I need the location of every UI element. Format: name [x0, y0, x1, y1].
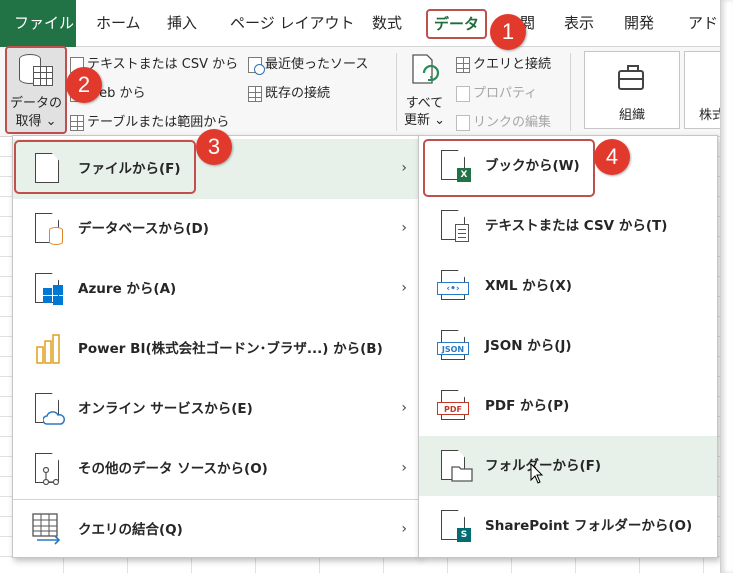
ribbon-tab-bar: ファイル ホーム 挿入 ページ レイアウト 数式 データ 閲 表示 開発 アド [0, 0, 733, 47]
tab-formulas[interactable]: 数式 [372, 0, 402, 47]
menu-item-label: PDF から(P) [485, 398, 570, 414]
menu-item-label: オンライン サービスから(E) [78, 401, 253, 417]
chevron-right-icon: › [401, 160, 407, 176]
menu-item-from-folder[interactable]: フォルダーから(F) [419, 436, 717, 496]
pdf-icon: PDF [437, 402, 469, 415]
sharepoint-icon: S [457, 528, 471, 542]
text-file-icon [455, 224, 469, 242]
json-icon: JSON [437, 342, 469, 355]
menu-item-from-pdf[interactable]: PDF PDF から(P) [419, 376, 717, 436]
menu-item-label: その他のデータ ソースから(O) [78, 461, 268, 477]
chevron-right-icon: › [401, 460, 407, 476]
organization-button[interactable]: 組織 [584, 51, 680, 129]
menu-item-label: JSON から(J) [485, 338, 572, 354]
callout-number-1: 1 [490, 14, 526, 50]
menu-item-from-online-services[interactable]: オンライン サービスから(E) › [13, 379, 419, 439]
powerbi-icon [36, 334, 60, 364]
menu-item-from-xml[interactable]: ‹•› XML から(X) [419, 256, 717, 316]
recent-sources-button[interactable]: 最近使ったソース [248, 53, 369, 75]
callout-number-2: 2 [66, 67, 102, 103]
chevron-right-icon: › [401, 280, 407, 296]
tab-page-layout[interactable]: ページ レイアウト [230, 0, 354, 47]
from-table-label: テーブルまたは範囲から [87, 115, 230, 130]
tab-home[interactable]: ホーム [96, 0, 141, 47]
refresh-all-button[interactable]: すべて 更新 ⌄ [404, 95, 445, 129]
get-data-label-1: データの [9, 96, 62, 111]
tab-file[interactable]: ファイル [0, 0, 76, 47]
window-frame-edge [720, 0, 733, 573]
existing-connections-icon [248, 85, 262, 102]
get-data-label-2: 取得 ⌄ [15, 114, 57, 129]
refresh-all-label-1: すべて [405, 96, 444, 111]
tab-data[interactable]: データ [426, 9, 488, 39]
get-data-menu: ファイルから(F) › データベースから(D) › Azure から(A) › … [12, 135, 420, 558]
callout-number-3: 3 [196, 129, 232, 165]
edit-links-button[interactable]: リンクの編集 [456, 111, 551, 131]
queries-connections-icon [456, 56, 470, 73]
table-icon [70, 114, 84, 131]
cloud-icon [43, 411, 65, 425]
menu-item-from-text-csv[interactable]: テキストまたは CSV から(T) [419, 196, 717, 256]
chevron-right-icon: › [401, 521, 407, 537]
table-icon [33, 66, 53, 86]
menu-item-from-database[interactable]: データベースから(D) › [13, 199, 419, 259]
menu-item-combine-queries[interactable]: クエリの結合(Q) › [13, 499, 419, 559]
properties-button[interactable]: プロパティ [456, 82, 537, 102]
database-cylinder-icon [49, 227, 63, 245]
menu-item-label: Azure から(A) [78, 281, 177, 297]
queries-connections-button[interactable]: クエリと接続 [456, 53, 551, 73]
folder-icon [451, 466, 473, 482]
combine-queries-icon [32, 513, 61, 545]
chevron-right-icon: › [401, 400, 407, 416]
menu-item-label: テキストまたは CSV から(T) [485, 218, 668, 234]
callout-box-from-workbook [423, 139, 595, 197]
tab-insert[interactable]: 挿入 [167, 0, 197, 47]
tab-developer[interactable]: 開発 [624, 0, 654, 47]
menu-item-label: クエリの結合(Q) [78, 522, 183, 538]
stocks-button[interactable]: 株式 [684, 51, 724, 129]
existing-connections-label: 既存の接続 [265, 86, 331, 101]
recent-sources-label: 最近使ったソース [265, 57, 369, 72]
refresh-all-icon [412, 54, 440, 84]
from-text-csv-label: テキストまたは CSV から [87, 57, 239, 72]
from-text-csv-button[interactable]: テキストまたは CSV から [70, 53, 238, 73]
properties-icon [456, 85, 470, 102]
properties-label: プロパティ [473, 86, 538, 101]
briefcase-icon [618, 65, 644, 90]
menu-item-label: データベースから(D) [78, 221, 209, 237]
xml-icon: ‹•› [437, 282, 469, 295]
tab-addins[interactable]: アド [688, 0, 718, 47]
refresh-all-label-2: 更新 ⌄ [404, 113, 446, 128]
menu-item-from-json[interactable]: JSON JSON から(J) [419, 316, 717, 376]
existing-connections-button[interactable]: 既存の接続 [248, 82, 330, 102]
queries-connections-label: クエリと接続 [473, 57, 552, 72]
ribbon-data-tab: テキストまたは CSV から Web から テーブルまたは範囲から 最近使ったソ… [0, 47, 733, 137]
organization-label: 組織 [618, 108, 645, 123]
callout-number-4: 4 [594, 139, 630, 175]
get-data-button[interactable]: データの 取得 ⌄ [5, 46, 67, 134]
menu-item-from-other-sources[interactable]: その他のデータ ソースから(O) › [13, 439, 419, 499]
recent-sources-icon [248, 56, 265, 75]
edit-links-label: リンクの編集 [473, 115, 552, 130]
menu-item-label: Power BI(株式会社ゴードン･ブラザ...) から(B) [78, 341, 383, 357]
menu-item-from-sharepoint-folder[interactable]: S SharePoint フォルダーから(O) [419, 496, 717, 556]
edit-links-icon [456, 114, 470, 131]
from-table-button[interactable]: テーブルまたは範囲から [70, 111, 229, 131]
tab-view[interactable]: 表示 [564, 0, 594, 47]
chevron-right-icon: › [401, 220, 407, 236]
other-sources-icon [42, 467, 60, 485]
callout-box-from-file [14, 140, 196, 194]
menu-item-from-powerbi[interactable]: Power BI(株式会社ゴードン･ブラザ...) から(B) [13, 319, 419, 379]
mouse-cursor-icon [530, 463, 544, 484]
menu-item-label: XML から(X) [485, 278, 572, 294]
menu-item-label: SharePoint フォルダーから(O) [485, 518, 693, 534]
ribbon-separator [396, 53, 397, 131]
ribbon-separator [570, 53, 571, 131]
from-file-submenu: X ブックから(W) テキストまたは CSV から(T) ‹•› XML から(… [418, 135, 718, 558]
menu-item-from-azure[interactable]: Azure から(A) › [13, 259, 419, 319]
azure-icon [43, 285, 63, 305]
